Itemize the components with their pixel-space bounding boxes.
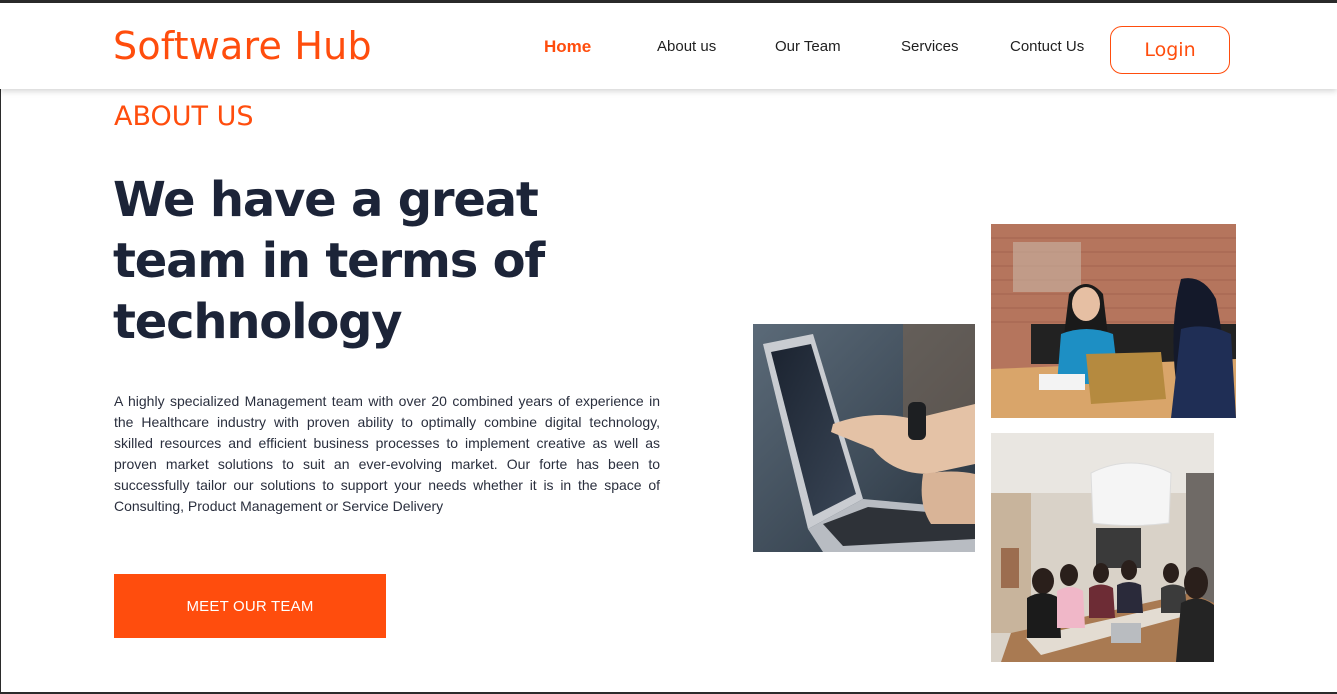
section-label: ABOUT US [114,101,254,132]
conference-room-photo [991,433,1214,662]
window-left-border [0,0,1,694]
nav-contact-us[interactable]: Contuct Us [1010,38,1084,55]
nav-services[interactable]: Services [901,38,959,55]
page-headline: We have a great team in terms of technol… [113,172,545,350]
nav-about-us[interactable]: About us [657,38,716,55]
login-button[interactable]: Login [1110,26,1230,74]
two-women-meeting-photo [991,224,1236,418]
navbar: Software Hub Home About us Our Team Serv… [0,3,1337,89]
nav-our-team[interactable]: Our Team [775,38,841,55]
meet-our-team-button[interactable]: MEET OUR TEAM [114,574,386,638]
nav-home[interactable]: Home [544,37,591,57]
laptop-pointing-photo [753,324,975,552]
brand-logo[interactable]: Software Hub [113,24,372,68]
about-description: A highly specialized Management team wit… [114,393,660,514]
